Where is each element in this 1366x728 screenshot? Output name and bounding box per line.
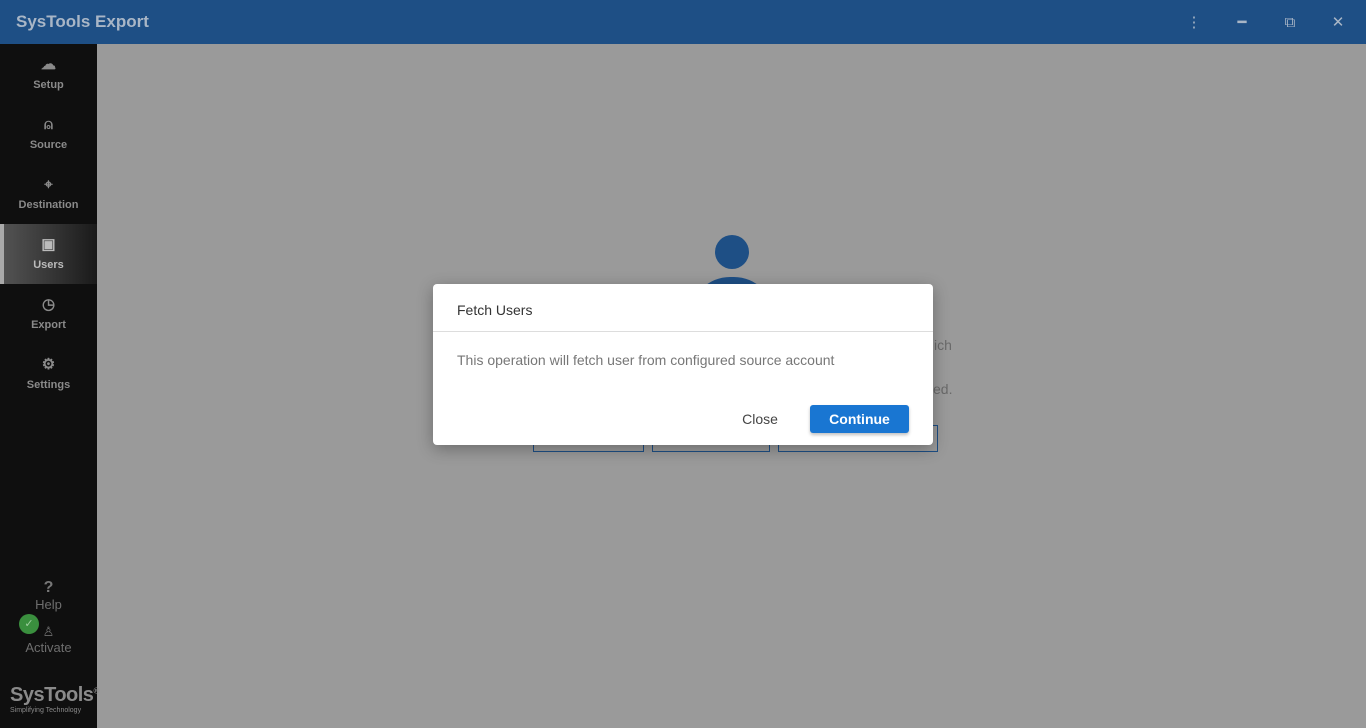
gear-icon: ⚙ <box>41 356 56 373</box>
help-label: Help <box>35 597 62 612</box>
logo-text: SysTools <box>10 684 94 706</box>
logo-tagline: Simplifying Technology <box>10 707 82 714</box>
logo-reg: ® <box>93 686 99 696</box>
nav-label: Users <box>33 259 64 271</box>
restore-icon[interactable]: ⧉ <box>1266 0 1314 44</box>
user-icon <box>715 235 749 269</box>
sidebar-item-users[interactable]: ▣ Users <box>0 224 97 284</box>
badge-icon: ♙ <box>42 624 55 639</box>
nav-label: Export <box>31 319 66 331</box>
continue-button[interactable]: Continue <box>810 405 909 433</box>
background-text: ich <box>934 337 952 353</box>
help-icon: ? <box>43 579 54 596</box>
sidebar-item-destination[interactable]: ⌖ Destination <box>0 164 97 224</box>
nav-label: Destination <box>18 199 79 211</box>
nav-label: Source <box>29 139 68 151</box>
systools-logo: SysTools® Simplifying Technology <box>10 684 99 714</box>
activate-label: Activate <box>25 640 72 655</box>
user-card-icon: ▣ <box>41 236 56 253</box>
sidebar-item-export[interactable]: ◷ Export <box>0 284 97 344</box>
sidebar-item-source[interactable]: ⍝ Source <box>0 104 97 164</box>
dialog-message: This operation will fetch user from conf… <box>457 352 835 368</box>
cloud-icon: ☁ <box>41 56 56 73</box>
close-button[interactable]: Close <box>725 405 795 433</box>
nav-label: Settings <box>26 379 71 391</box>
sidebar-item-settings[interactable]: ⚙ Settings <box>0 344 97 404</box>
fetch-users-dialog: Fetch Users This operation will fetch us… <box>433 284 933 445</box>
sidebar-item-setup[interactable]: ☁ Setup <box>0 44 97 104</box>
close-icon[interactable]: ✕ <box>1314 0 1362 44</box>
help-button[interactable]: ? Help <box>0 579 97 612</box>
nav-label: Setup <box>33 79 64 91</box>
source-icon: ⍝ <box>43 116 53 133</box>
sidebar: ☁ Setup ⍝ Source ⌖ Destination ▣ Users ◷ Expo… <box>0 44 99 728</box>
more-vertical-icon[interactable]: ⋮ <box>1170 0 1218 44</box>
clock-icon: ◷ <box>41 296 56 313</box>
dialog-title: Fetch Users <box>433 284 933 332</box>
app-title: SysTools Export <box>16 12 149 31</box>
background-text: ed. <box>933 381 953 397</box>
minimize-icon[interactable]: ━ <box>1218 0 1266 44</box>
activate-button[interactable]: ♙ Activate <box>0 624 97 655</box>
title-bar: SysTools Export ⋮ ━ ⧉ ✕ <box>0 0 1366 44</box>
target-icon: ⌖ <box>44 176 53 193</box>
